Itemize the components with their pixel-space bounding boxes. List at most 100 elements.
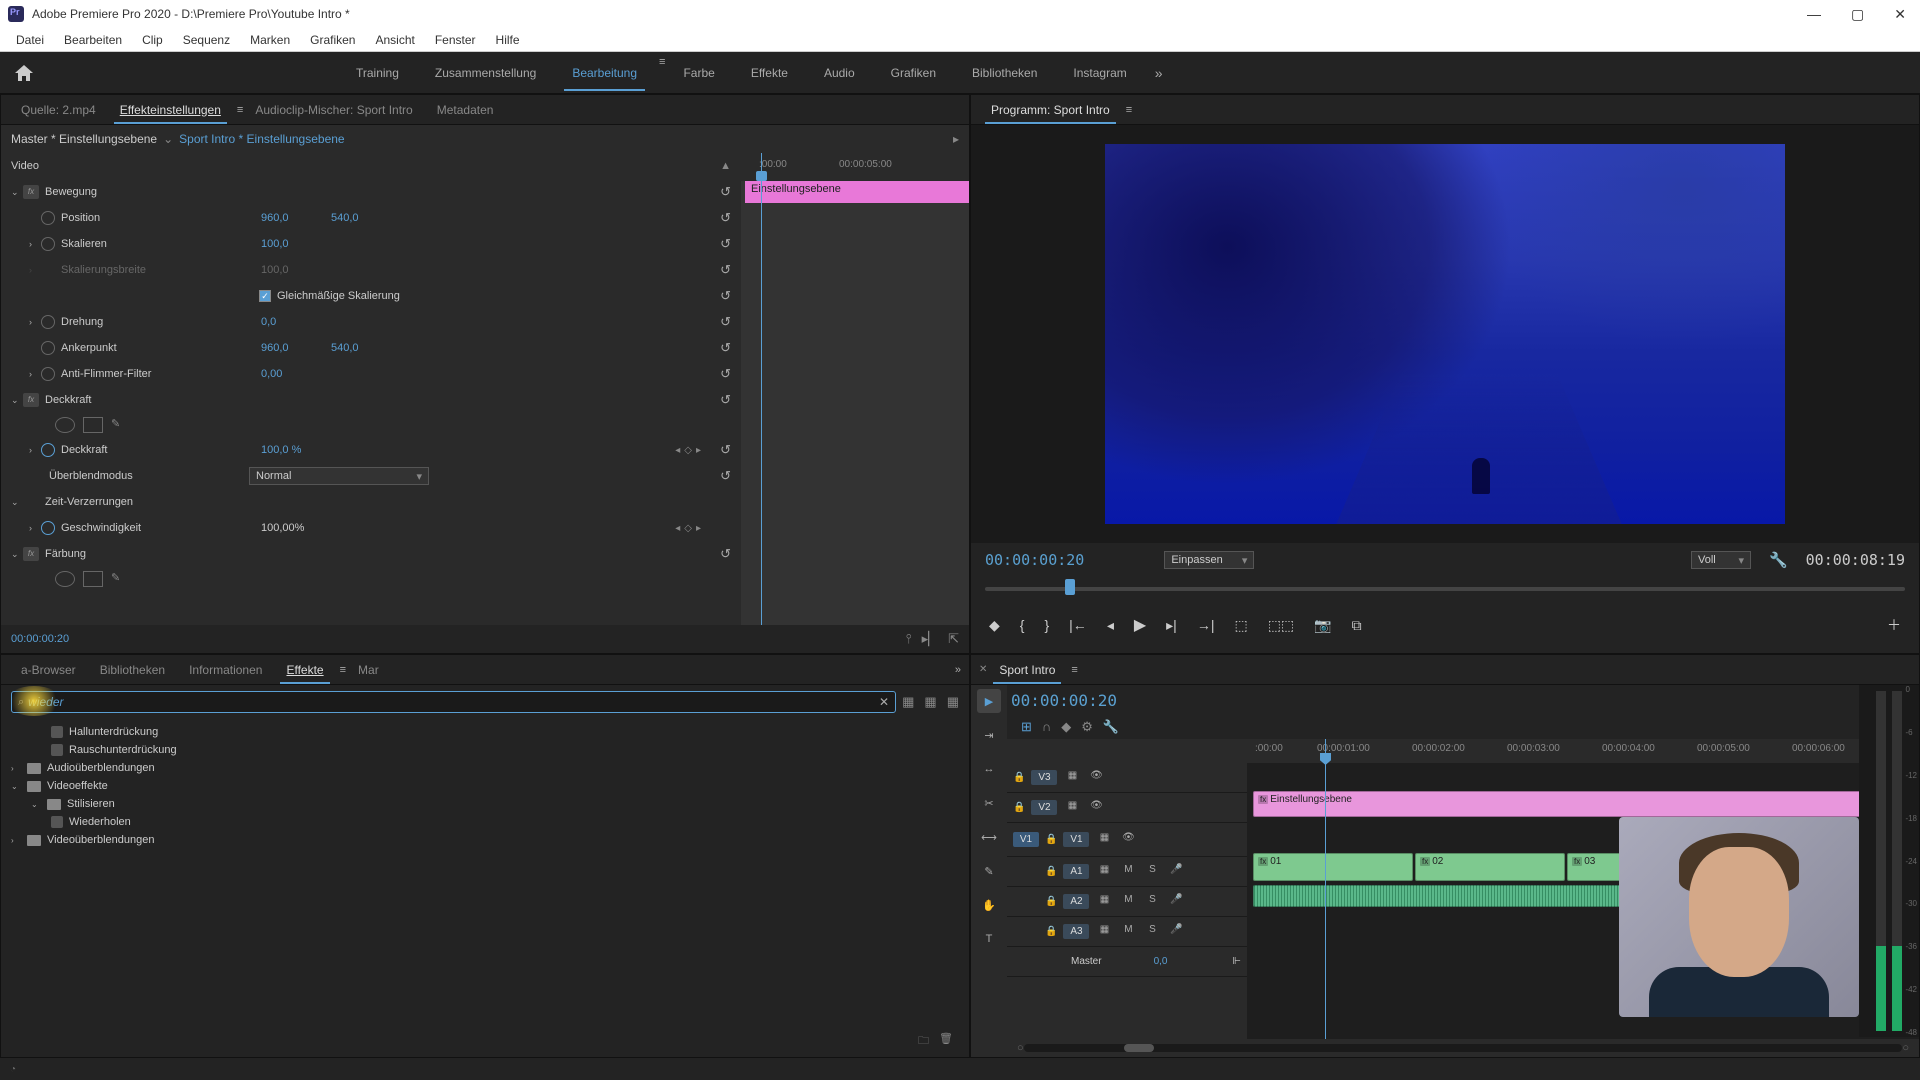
sync-lock-icon[interactable]: ▦ <box>1063 770 1081 786</box>
home-button[interactable] <box>10 59 38 87</box>
anker-y-value[interactable]: 540,0 <box>331 342 381 354</box>
pen-tool[interactable]: ✎ <box>977 859 1001 883</box>
twisty-icon[interactable]: › <box>29 445 41 455</box>
workspace-bearbeitung[interactable]: Bearbeitung <box>554 56 655 90</box>
menu-datei[interactable]: Datei <box>6 30 54 50</box>
antiflimmer-value[interactable]: 0,00 <box>261 368 311 380</box>
workspace-bibliotheken[interactable]: Bibliotheken <box>954 56 1055 90</box>
maximize-button[interactable]: ▢ <box>1845 6 1870 23</box>
menu-fenster[interactable]: Fenster <box>425 30 486 50</box>
effect-item[interactable]: Rauschunterdrückung <box>1 741 969 759</box>
sequence-tab[interactable]: Sport Intro <box>987 657 1067 683</box>
voiceover-icon[interactable]: 🎤 <box>1167 894 1185 910</box>
timeline-playhead[interactable] <box>1325 739 1326 1039</box>
track-label-a1[interactable]: A1 <box>1063 864 1089 879</box>
next-keyframe-icon[interactable]: ▸ <box>696 445 701 456</box>
mask-pen-button[interactable]: ✎ <box>111 571 131 587</box>
prop-farbung[interactable]: Färbung <box>45 548 245 560</box>
new-bin-icon[interactable]: 🗀 <box>918 1032 929 1051</box>
track-label-v1[interactable]: V1 <box>1063 832 1089 847</box>
marker-icon[interactable]: ◆ <box>1061 719 1071 735</box>
lock-icon[interactable]: 🔒 <box>1013 772 1025 783</box>
workspace-training[interactable]: Training <box>338 56 417 90</box>
close-button[interactable]: ✕ <box>1888 6 1912 23</box>
panel-overflow-icon[interactable]: » <box>955 664 961 676</box>
type-tool[interactable]: T <box>977 927 1001 951</box>
twisty-icon[interactable]: › <box>29 265 41 275</box>
mark-out-button[interactable]: } <box>1040 613 1053 637</box>
32bit-filter-icon[interactable]: ▦ <box>924 694 936 710</box>
effect-folder[interactable]: ⌄Videoeffekte <box>1 777 969 795</box>
reset-icon[interactable]: ↺ <box>720 392 731 408</box>
voiceover-icon[interactable]: 🎤 <box>1167 864 1185 880</box>
mute-button[interactable]: M <box>1119 894 1137 910</box>
comparison-button[interactable]: ⧉ <box>1348 613 1366 638</box>
anker-x-value[interactable]: 960,0 <box>261 342 311 354</box>
ec-clip-bar[interactable]: Einstellungsebene <box>745 181 969 203</box>
mask-ellipse-button[interactable] <box>55 417 75 433</box>
prop-zeitverz[interactable]: Zeit-Verzerrungen <box>45 496 245 508</box>
effect-controls-timeline[interactable]: :00:00 00:00:05:00 Einstellungsebene <box>741 153 969 625</box>
stopwatch-icon[interactable] <box>41 237 55 251</box>
panel-menu-icon[interactable]: ≡ <box>1126 104 1132 116</box>
prev-keyframe-icon[interactable]: ◂ <box>675 523 680 534</box>
step-forward-button[interactable]: ▸| <box>1162 613 1181 638</box>
solo-button[interactable]: S <box>1143 864 1161 880</box>
program-timecode-left[interactable]: 00:00:00:20 <box>985 551 1084 569</box>
skalieren-value[interactable]: 100,0 <box>261 238 311 250</box>
program-tab[interactable]: Programm: Sport Intro <box>979 97 1122 123</box>
chevron-down-icon[interactable]: ⌄ <box>163 132 173 146</box>
fx-badge[interactable]: fx <box>23 185 39 199</box>
prev-keyframe-icon[interactable]: ◂ <box>675 445 680 456</box>
reset-icon[interactable]: ↺ <box>720 262 731 278</box>
sync-lock-icon[interactable]: ▦ <box>1095 832 1113 848</box>
stopwatch-icon[interactable] <box>41 341 55 355</box>
menu-hilfe[interactable]: Hilfe <box>486 30 530 50</box>
play-button[interactable]: ▶ <box>1130 611 1150 639</box>
lock-icon[interactable]: 🔒 <box>1045 834 1057 845</box>
quality-dropdown[interactable]: Voll <box>1691 551 1751 569</box>
scroll-right-handle[interactable]: ○ <box>1902 1042 1909 1054</box>
toggle-output-icon[interactable]: 👁 <box>1087 770 1105 786</box>
stopwatch-icon[interactable] <box>41 443 55 457</box>
mask-rect-button[interactable] <box>83 417 103 433</box>
drehung-value[interactable]: 0,0 <box>261 316 311 328</box>
delete-icon[interactable]: 🗑 <box>939 1032 953 1051</box>
reset-icon[interactable]: ↺ <box>720 210 731 226</box>
extract-button[interactable]: ⬚⬚ <box>1264 613 1298 638</box>
lock-icon[interactable]: 🔒 <box>1045 866 1057 877</box>
clip-adjustment-layer[interactable]: fxEinstellungsebene <box>1253 791 1919 817</box>
workspace-audio[interactable]: Audio <box>806 56 873 90</box>
program-viewport[interactable] <box>971 125 1919 543</box>
workspace-farbe[interactable]: Farbe <box>665 56 732 90</box>
mask-rect-button[interactable] <box>83 571 103 587</box>
ec-timecode[interactable]: 00:00:00:20 <box>11 633 69 645</box>
twisty-icon[interactable]: › <box>29 523 41 533</box>
reset-icon[interactable]: ↺ <box>720 468 731 484</box>
stopwatch-icon[interactable] <box>41 521 55 535</box>
fx-badge[interactable]: fx <box>23 547 39 561</box>
menu-marken[interactable]: Marken <box>240 30 300 50</box>
panel-menu-icon[interactable]: ≡ <box>1071 664 1077 676</box>
toggle-output-icon[interactable]: 👁 <box>1087 800 1105 816</box>
timeline-timecode[interactable]: 00:00:00:20 <box>1011 691 1117 710</box>
tab-effekte[interactable]: Effekte <box>274 657 335 683</box>
track-label-a2[interactable]: A2 <box>1063 894 1089 909</box>
snap-icon[interactable]: ⊞ <box>1021 719 1032 735</box>
play-only-icon[interactable]: ▸ <box>953 132 959 146</box>
fit-dropdown[interactable]: Einpassen <box>1164 551 1254 569</box>
sync-lock-icon[interactable]: ▦ <box>1095 924 1113 940</box>
filter-icon[interactable]: ⫯ <box>906 631 912 647</box>
close-sequence-icon[interactable]: ✕ <box>979 664 987 675</box>
sync-lock-icon[interactable]: ▦ <box>1095 864 1113 880</box>
position-y-value[interactable]: 540,0 <box>331 212 381 224</box>
timeline-horizontal-scroll[interactable]: ○ ○ <box>1007 1039 1919 1057</box>
selection-tool[interactable]: ▶ <box>977 689 1001 713</box>
prop-deckkraft-group[interactable]: Deckkraft <box>45 394 245 406</box>
lock-icon[interactable]: 🔒 <box>1013 802 1025 813</box>
reset-icon[interactable]: ↺ <box>720 288 731 304</box>
workspace-effekte[interactable]: Effekte <box>733 56 806 90</box>
tab-bibliotheken[interactable]: Bibliotheken <box>88 657 177 683</box>
twisty-zeitverz[interactable]: ⌄ <box>11 497 23 508</box>
fx-badge[interactable]: fx <box>23 393 39 407</box>
